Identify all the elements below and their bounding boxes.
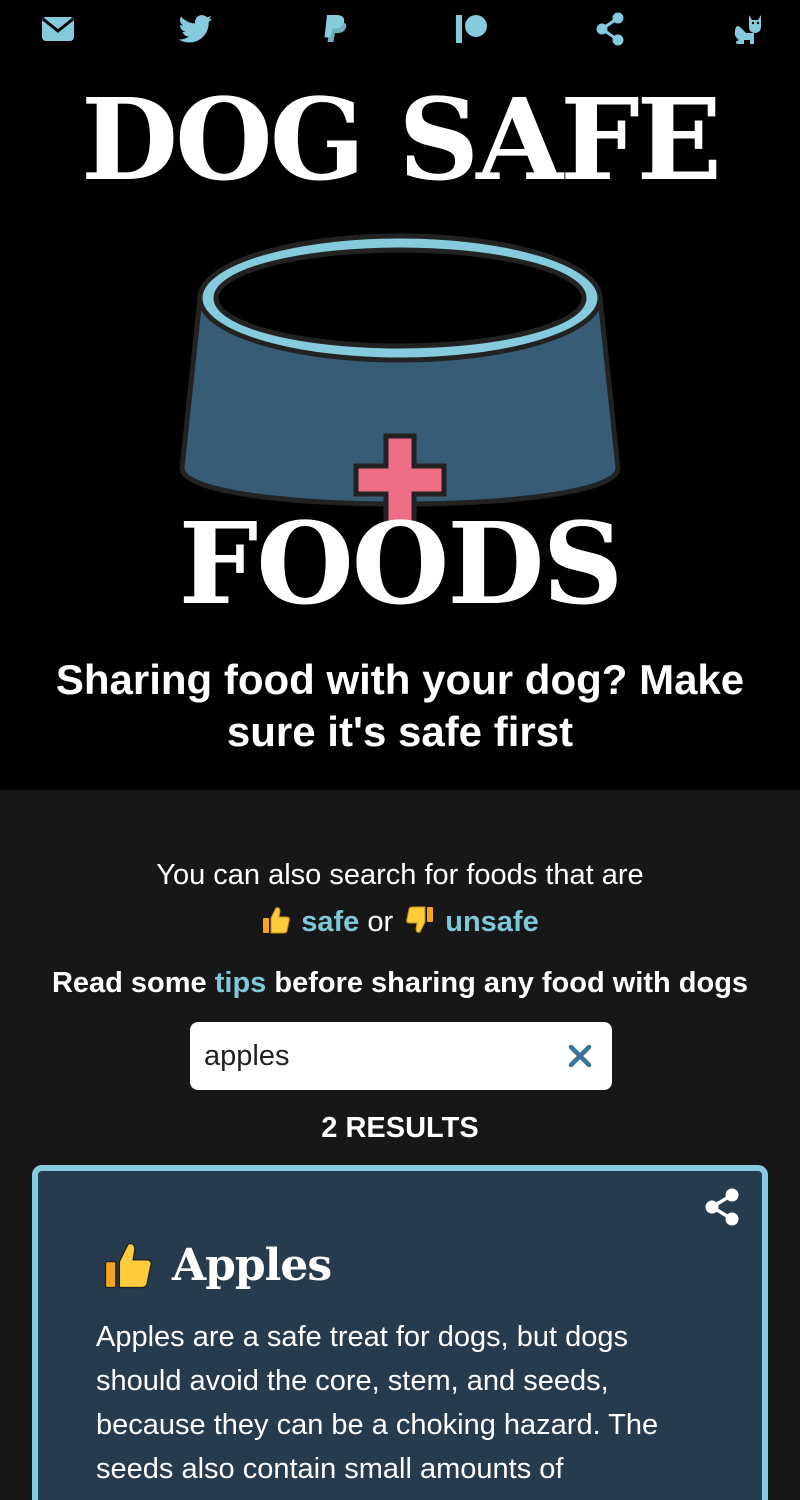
results-count: 2 RESULTS — [321, 1112, 479, 1144]
search-box — [190, 1022, 612, 1090]
safe-link[interactable]: safe — [301, 906, 359, 938]
paypal-link[interactable] — [314, 9, 354, 49]
twitter-link[interactable] — [176, 9, 216, 49]
card-share-icon[interactable] — [702, 1187, 742, 1227]
card-title: Apples — [172, 1239, 332, 1291]
email-link[interactable] — [38, 9, 78, 49]
thumbs-up-icon — [104, 1242, 152, 1289]
patreon-icon — [456, 15, 487, 43]
thumbs-up-icon — [263, 907, 291, 934]
unsafe-link[interactable]: unsafe — [445, 906, 538, 938]
email-icon — [42, 17, 74, 41]
clear-search-icon[interactable] — [566, 1042, 594, 1070]
patreon-link[interactable] — [452, 9, 492, 49]
hero: DOG SAFE FOODS Sharing food with your do… — [0, 58, 800, 790]
tips-link[interactable]: tips — [215, 967, 267, 999]
search-hint: You can also search for foods that are — [156, 859, 644, 891]
cat-link[interactable] — [728, 9, 768, 49]
tagline: Sharing food with your dog? Make sure it… — [55, 656, 745, 755]
safe-unsafe-links: safe or unsafe — [0, 902, 800, 942]
search-input[interactable] — [204, 1032, 544, 1080]
cat-icon — [734, 15, 761, 44]
site-title-top: DOG SAFE — [81, 75, 722, 206]
top-nav — [0, 0, 800, 58]
card-description: Apples are a safe treat for dogs, but do… — [96, 1321, 659, 1485]
card-header: Apples — [102, 1235, 332, 1295]
dog-bowl-logo — [179, 233, 621, 527]
thumbs-down-icon — [406, 906, 434, 933]
share-link[interactable] — [590, 9, 630, 49]
share-icon — [596, 12, 624, 46]
site-title-bottom: FOODS — [178, 499, 624, 630]
or-text: or — [367, 906, 394, 938]
twitter-icon — [179, 15, 213, 43]
paypal-icon — [324, 15, 347, 42]
result-card: Apples Apples are a safe treat for dogs,… — [32, 1165, 768, 1500]
tips-prefix: Read some — [51, 967, 207, 999]
tips-line: Read some tips before sharing any food w… — [0, 963, 800, 1003]
tips-suffix: before sharing any food with dogs — [274, 967, 749, 999]
